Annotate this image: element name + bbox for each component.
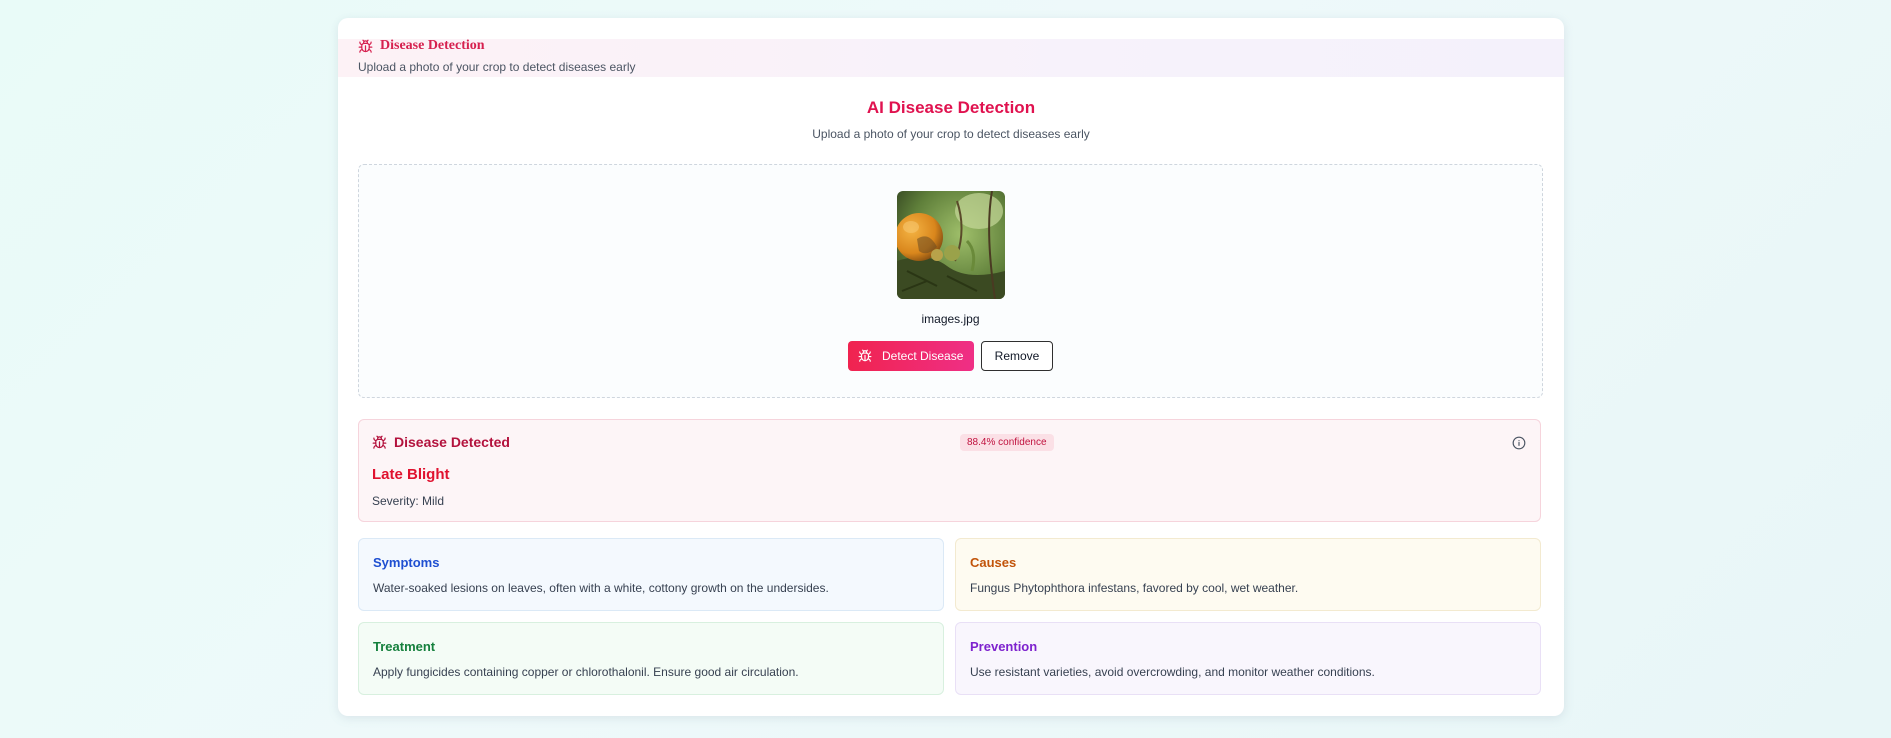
result-title: Disease Detected <box>394 434 510 450</box>
file-name: images.jpg <box>921 312 980 326</box>
upload-actions: Detect Disease Remove <box>359 341 1542 371</box>
crop-image-preview <box>897 191 1005 299</box>
info-icon[interactable] <box>1512 436 1526 450</box>
prevention-text: Use resistant varieties, avoid overcrowd… <box>970 665 1375 679</box>
header-title-row: Disease Detection <box>358 38 485 54</box>
disease-name: Late Blight <box>372 466 450 483</box>
bug-icon <box>858 349 872 363</box>
result-title-row: Disease Detected <box>372 434 510 450</box>
header-title: Disease Detection <box>380 38 485 53</box>
confidence-badge: 88.4% confidence <box>960 434 1054 451</box>
symptoms-text: Water-soaked lesions on leaves, often wi… <box>373 581 829 595</box>
treatment-title: Treatment <box>373 639 436 654</box>
treatment-text: Apply fungicides containing copper or ch… <box>373 665 799 679</box>
disease-detection-card: Disease Detection Upload a photo of your… <box>338 18 1564 716</box>
bug-icon <box>372 435 387 450</box>
bug-icon <box>358 39 373 54</box>
prevention-title: Prevention <box>970 639 1038 654</box>
detect-disease-label: Detect Disease <box>882 349 964 363</box>
page-subtitle: Upload a photo of your crop to detect di… <box>812 127 1090 141</box>
upload-dropzone[interactable]: images.jpg Detect Disease Remove <box>358 164 1543 398</box>
result-panel: Disease Detected 88.4% confidence Late B… <box>358 419 1541 522</box>
prevention-card: Prevention Use resistant varieties, avoi… <box>955 622 1541 695</box>
page-title: AI Disease Detection <box>866 98 1036 117</box>
causes-title: Causes <box>970 555 1017 570</box>
detect-disease-button[interactable]: Detect Disease <box>848 341 974 371</box>
causes-card: Causes Fungus Phytophthora infestans, fa… <box>955 538 1541 611</box>
header-subtitle: Upload a photo of your crop to detect di… <box>358 60 636 74</box>
symptoms-title: Symptoms <box>373 555 440 570</box>
treatment-card: Treatment Apply fungicides containing co… <box>358 622 944 695</box>
severity-text: Severity: Mild <box>372 494 445 508</box>
symptoms-card: Symptoms Water-soaked lesions on leaves,… <box>358 538 944 611</box>
remove-button[interactable]: Remove <box>981 341 1053 371</box>
causes-text: Fungus Phytophthora infestans, favored b… <box>970 581 1299 595</box>
